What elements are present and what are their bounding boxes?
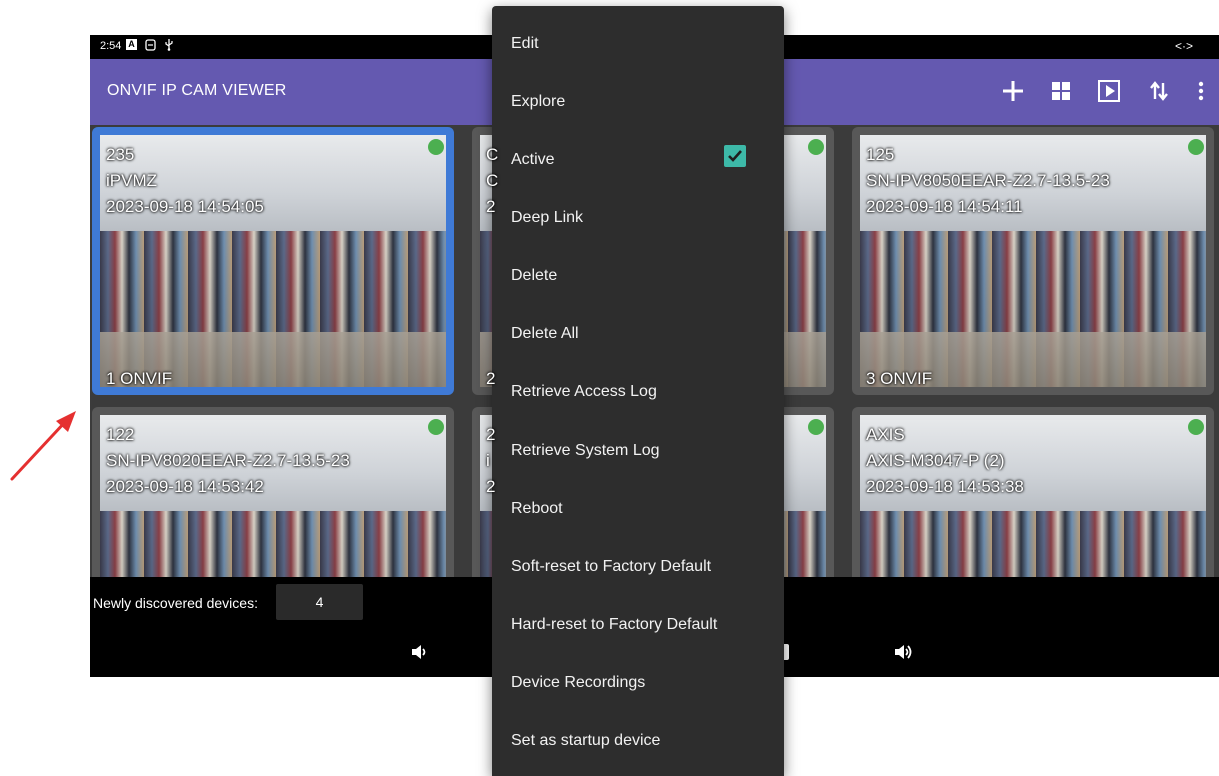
menu-item-retrieve-system-log[interactable]: Retrieve System Log (492, 423, 784, 481)
online-status-dot (808, 139, 824, 155)
device-context-menu: Edit Explore Active Deep Link Delete Del… (492, 6, 784, 776)
camera-tile[interactable]: AXIS AXIS-M3047-P (2) 2023-09-18 14:53:3… (852, 407, 1214, 577)
menu-item-label: Soft-reset to Factory Default (511, 558, 712, 575)
camera-footer: 3 ONVIF (866, 369, 933, 388)
online-status-dot (1188, 139, 1204, 155)
camera-tile[interactable]: 122 SN-IPV8020EEAR-Z2.7-13.5-23 2023-09-… (92, 407, 454, 577)
camera-name: C (486, 171, 499, 190)
sim-icon (145, 38, 156, 51)
camera-tile[interactable]: 235 iPVMZ 2023-09-18 14:54:05 1 ONVIF (92, 127, 454, 395)
online-status-dot (808, 419, 824, 435)
menu-item-hard-reset[interactable]: Hard-reset to Factory Default (492, 597, 784, 655)
menu-item-label: Set as startup device (511, 732, 661, 749)
camera-timestamp: 2023-09-18 14:53:42 (106, 477, 264, 496)
menu-item-label: Deep Link (511, 209, 584, 226)
sort-icon[interactable] (1145, 77, 1173, 105)
menu-item-label: Reboot (511, 500, 563, 517)
menu-item-edit[interactable]: Edit (492, 16, 784, 74)
camera-id: 2 (486, 425, 496, 444)
keyboard-a-icon: A (126, 39, 137, 50)
newly-discovered-count[interactable]: 4 (276, 584, 363, 620)
camera-timestamp: 2023-09-18 14:54:11 (866, 197, 1023, 216)
menu-item-label: Retrieve Access Log (511, 383, 657, 400)
camera-name: AXIS-M3047-P (2) (866, 451, 1005, 470)
menu-item-delete-all[interactable]: Delete All (492, 306, 784, 364)
camera-id: C (486, 145, 499, 164)
menu-item-label: Device Recordings (511, 674, 646, 691)
camera-footer: 1 ONVIF (106, 369, 173, 388)
camera-id: 235 (106, 145, 135, 164)
menu-item-device-recordings[interactable]: Device Recordings (492, 655, 784, 713)
camera-timestamp: 2 (486, 197, 496, 216)
usb-icon (165, 39, 173, 51)
volume-up-icon[interactable] (893, 643, 913, 666)
menu-item-label: Delete All (511, 325, 579, 342)
menu-item-active[interactable]: Active (492, 132, 784, 190)
camera-footer: 2 (486, 369, 496, 388)
network-icon: <·> (1174, 39, 1193, 53)
camera-name: iPVMZ (106, 171, 157, 190)
check-icon (728, 150, 742, 162)
play-icon[interactable] (1095, 77, 1123, 105)
camera-name: SN-IPV8050EEAR-Z2.7-13.5-23 (866, 171, 1110, 190)
camera-name: i (486, 451, 490, 470)
menu-item-label: Edit (511, 35, 539, 52)
status-time: 2:54 (100, 40, 122, 52)
more-vert-icon[interactable] (1187, 77, 1215, 105)
camera-timestamp: 2023-09-18 14:53:38 (866, 477, 1024, 496)
camera-id: 122 (106, 425, 135, 444)
menu-item-label: Retrieve System Log (511, 442, 660, 459)
active-checkbox[interactable] (724, 145, 746, 167)
menu-item-explore[interactable]: Explore (492, 74, 784, 132)
camera-tile[interactable]: 125 SN-IPV8050EEAR-Z2.7-13.5-23 2023-09-… (852, 127, 1214, 395)
online-status-dot (428, 139, 444, 155)
camera-id: 125 (866, 145, 895, 164)
camera-timestamp: 2023-09-18 14:54:05 (106, 197, 264, 216)
online-status-dot (428, 419, 444, 435)
app-title: ONVIF IP CAM VIEWER (107, 82, 287, 99)
camera-id: AXIS (866, 425, 905, 444)
menu-item-delete[interactable]: Delete (492, 248, 784, 306)
volume-down-icon[interactable] (410, 643, 428, 666)
add-icon[interactable] (999, 77, 1027, 105)
menu-item-label: Hard-reset to Factory Default (511, 616, 718, 633)
grid-layout-icon[interactable] (1047, 77, 1075, 105)
online-status-dot (1188, 419, 1204, 435)
menu-item-deep-link[interactable]: Deep Link (492, 190, 784, 248)
menu-item-retrieve-access-log[interactable]: Retrieve Access Log (492, 364, 784, 422)
menu-item-reboot[interactable]: Reboot (492, 481, 784, 539)
menu-item-soft-reset[interactable]: Soft-reset to Factory Default (492, 539, 784, 597)
newly-discovered-label: Newly discovered devices: (93, 595, 258, 611)
menu-item-label: Explore (511, 93, 566, 110)
camera-name: SN-IPV8020EEAR-Z2.7-13.5-23 (106, 451, 350, 470)
camera-timestamp: 2 (486, 477, 496, 496)
menu-item-label: Delete (511, 267, 558, 284)
annotation-arrow-icon (10, 411, 76, 481)
menu-item-set-startup-device[interactable]: Set as startup device (492, 713, 784, 771)
menu-item-label: Active (511, 151, 555, 168)
